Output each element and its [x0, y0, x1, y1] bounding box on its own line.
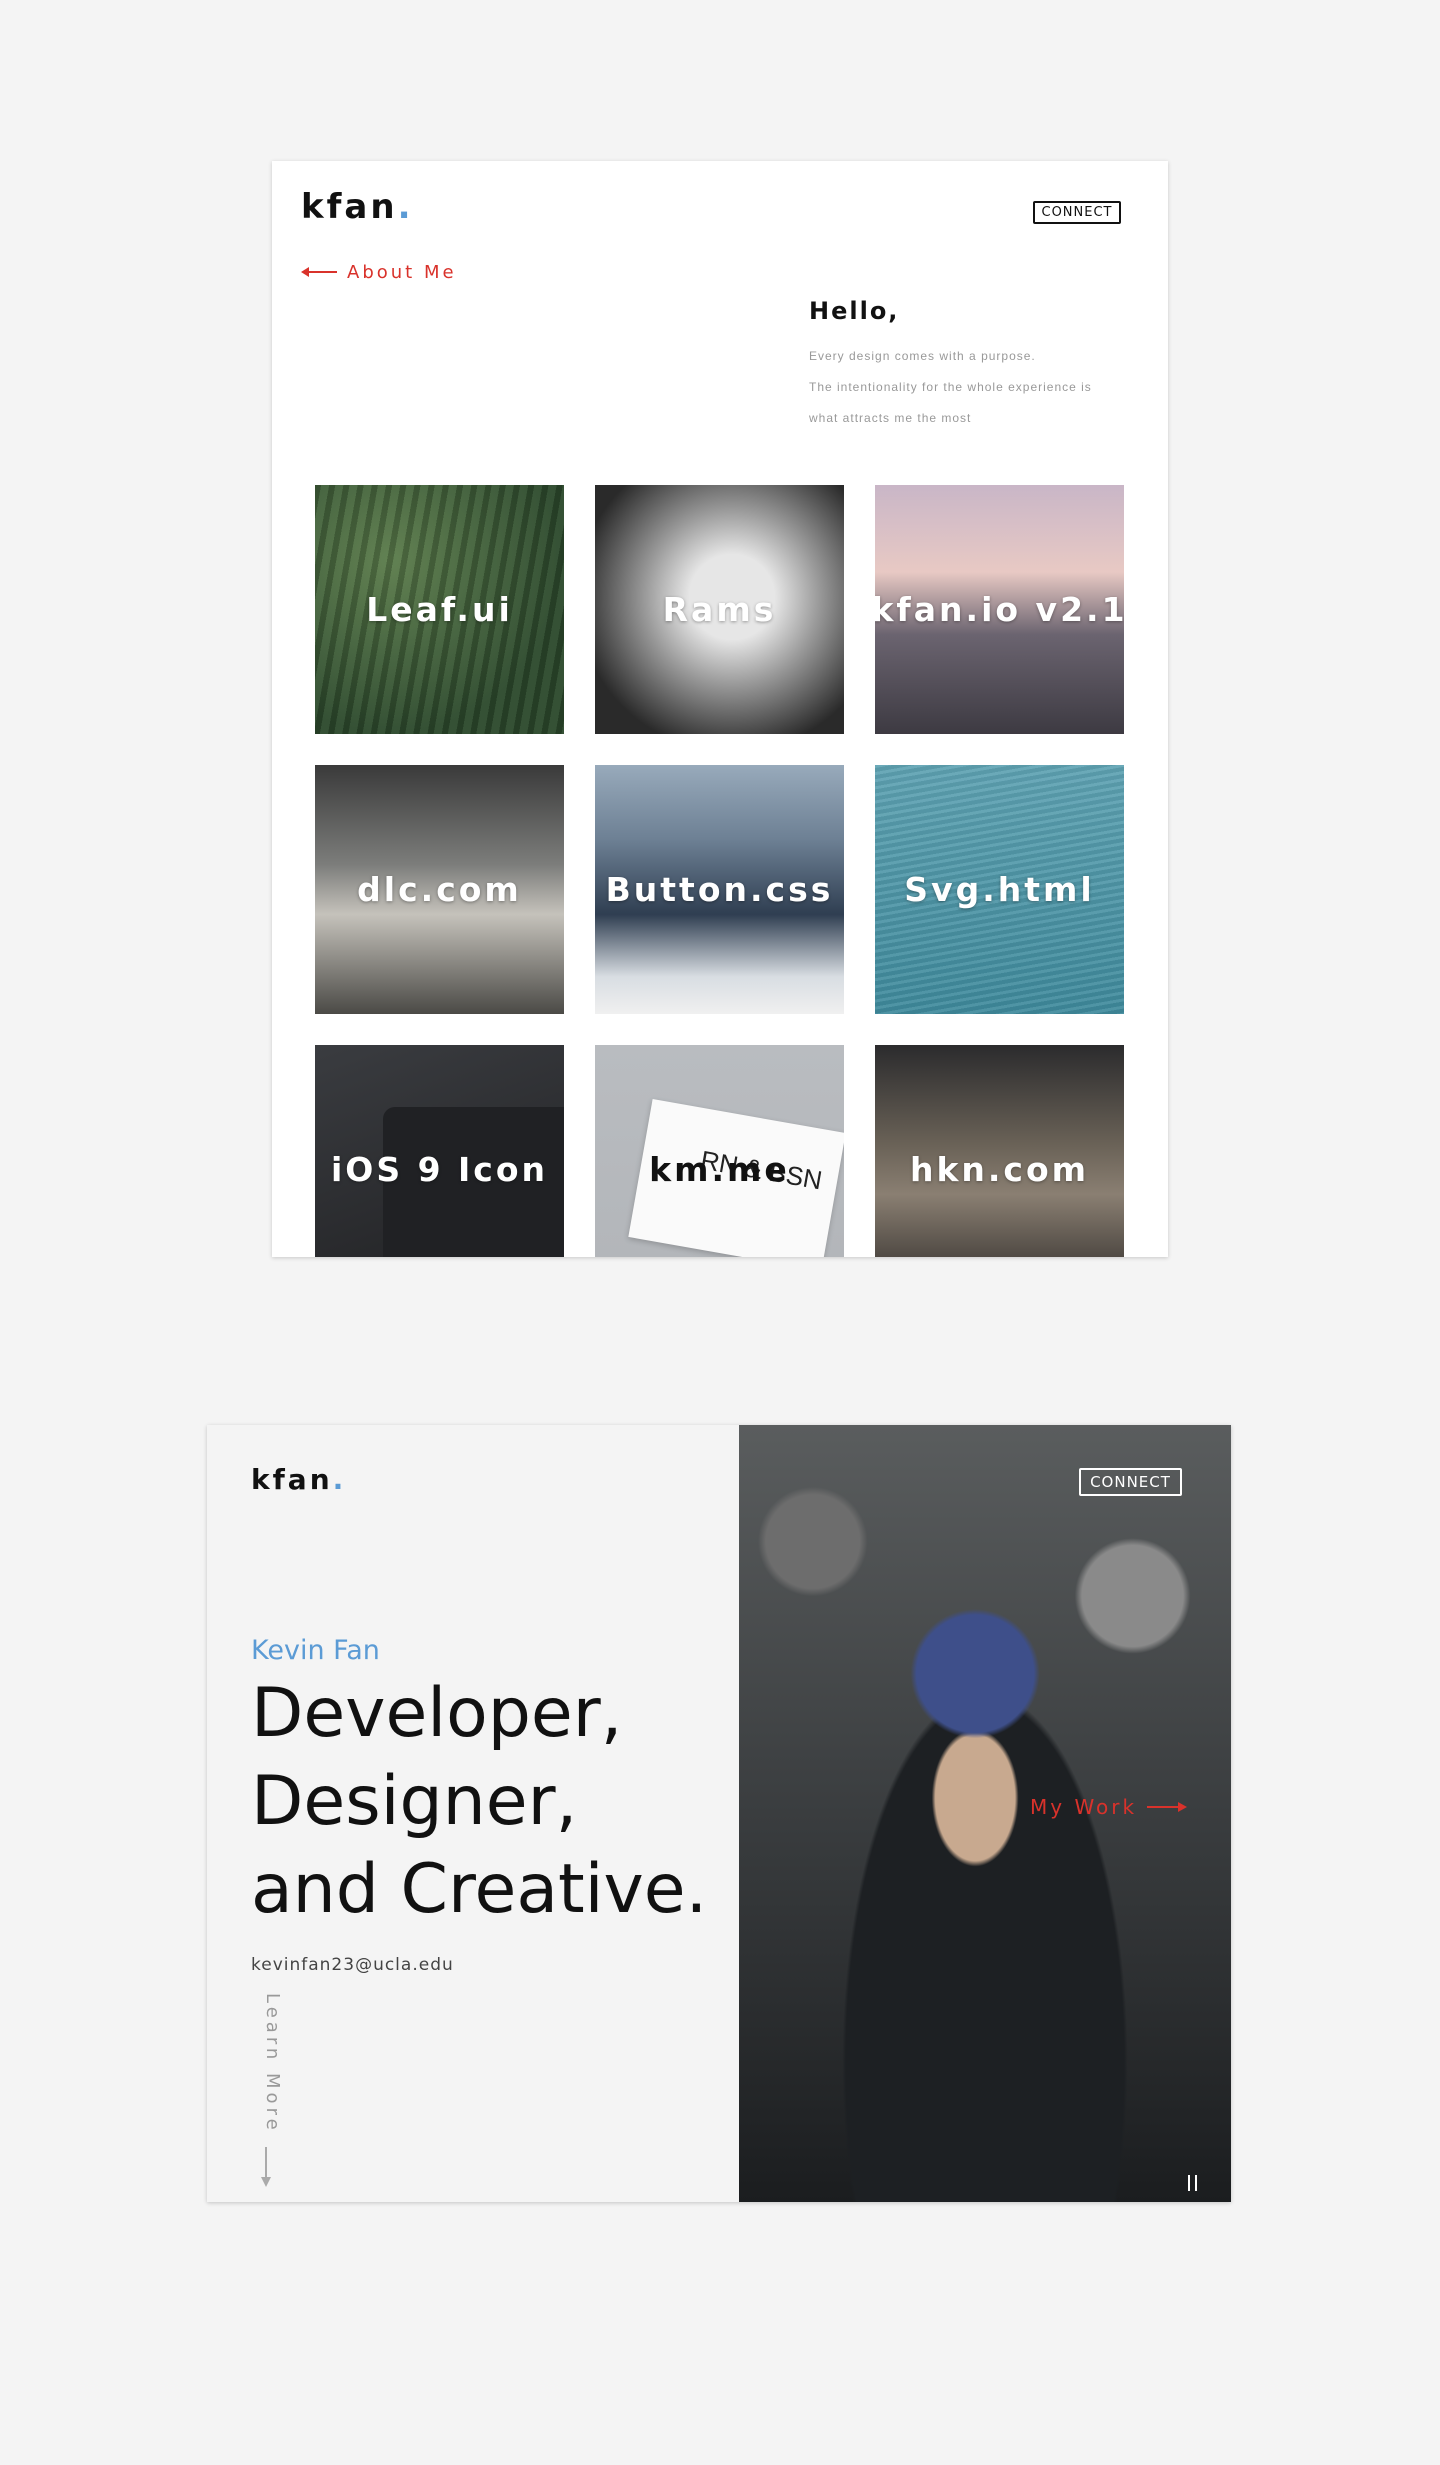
headline-line: Designer, [251, 1762, 578, 1841]
project-tile-hkn[interactable]: hkn.com [875, 1045, 1124, 1257]
project-title: hkn.com [909, 1150, 1090, 1189]
hero-headline: Developer, Designer, and Creative. [251, 1670, 707, 1934]
logo-dot: . [332, 1463, 347, 1496]
project-tile-km-me[interactable]: RN & BSN km.me [595, 1045, 844, 1257]
project-tile-kfan-io[interactable]: kfan.io v2.1 [875, 485, 1124, 734]
project-title: Leaf.ui [366, 590, 513, 629]
project-tile-svg-html[interactable]: Svg.html [875, 765, 1124, 1014]
my-work-label: My Work [1030, 1795, 1138, 1819]
project-tile-leaf-ui[interactable]: Leaf.ui [315, 485, 564, 734]
project-title: iOS 9 Icon [330, 1150, 549, 1189]
portrait-photo: CONNECT My Work [739, 1425, 1231, 2202]
arrow-down-icon [261, 2147, 271, 2187]
project-tile-rams[interactable]: Rams [595, 485, 844, 734]
connect-button[interactable]: CONNECT [1079, 1468, 1182, 1496]
learn-more-label: Learn More [262, 1993, 283, 2134]
headline-line: Developer, [251, 1674, 623, 1753]
my-work-link[interactable]: My Work [1030, 1795, 1188, 1819]
intro-line: Every design comes with a purpose. [809, 349, 1036, 363]
connect-button[interactable]: CONNECT [1033, 201, 1121, 224]
portfolio-grid-card: kfan. CONNECT About Me Hello, Every desi… [272, 161, 1168, 1257]
project-title: Rams [662, 590, 777, 629]
logo-text: kfan [251, 1463, 333, 1496]
logo-text: kfan [301, 187, 398, 227]
project-title: Button.css [605, 870, 834, 909]
email-link[interactable]: kevinfan23@ucla.edu [251, 1955, 454, 1975]
project-tile-dlc[interactable]: dlc.com [315, 765, 564, 1014]
site-logo[interactable]: kfan. [251, 1463, 346, 1496]
intro-text: Every design comes with a purpose. The i… [809, 341, 1139, 434]
site-logo[interactable]: kfan. [301, 187, 413, 227]
hero-card: kfan. Kevin Fan Developer, Designer, and… [207, 1425, 1231, 2202]
project-title: km.me [649, 1150, 790, 1189]
project-title: Svg.html [904, 870, 1095, 909]
arrow-right-icon [1147, 1802, 1188, 1812]
hero-name: Kevin Fan [251, 1635, 380, 1666]
project-title: kfan.io v2.1 [875, 590, 1124, 629]
pause-icon[interactable] [1188, 2175, 1197, 2191]
logo-dot: . [397, 187, 414, 227]
intro-line: what attracts me the most [809, 411, 972, 425]
intro-line: The intentionality for the whole experie… [809, 380, 1092, 394]
project-tile-ios-icon[interactable]: iOS 9 Icon [315, 1045, 564, 1257]
headline-line: and Creative. [251, 1850, 708, 1929]
project-title: dlc.com [357, 870, 522, 909]
project-tile-button-css[interactable]: Button.css [595, 765, 844, 1014]
project-grid: Leaf.ui Rams kfan.io v2.1 dlc.com Button… [315, 485, 1125, 1257]
hello-heading: Hello, [809, 297, 900, 325]
arrow-left-icon [301, 267, 337, 277]
about-me-link[interactable]: About Me [301, 259, 457, 285]
about-me-label: About Me [347, 261, 457, 283]
